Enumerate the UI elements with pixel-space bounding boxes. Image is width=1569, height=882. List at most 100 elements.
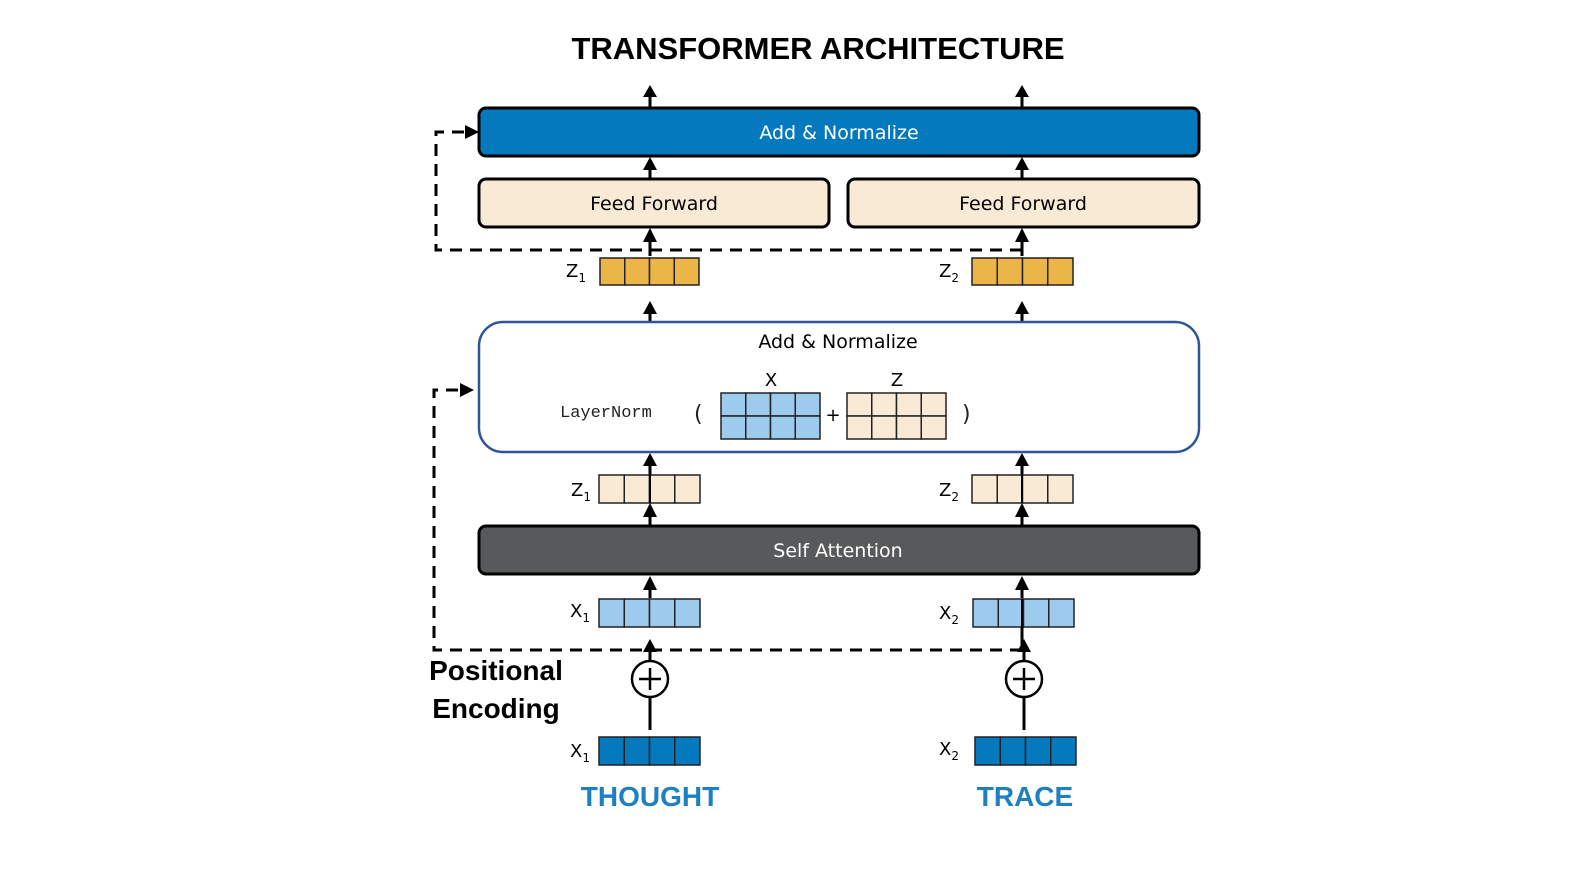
vector-cell (769, 415, 796, 440)
vector-cell (598, 474, 625, 504)
close-paren: ) (962, 402, 971, 427)
vector-cell (624, 257, 651, 286)
arrow-up-icon (1015, 228, 1029, 242)
add-normalize-top-block: Add & Normalize (477, 106, 1201, 158)
arrow-up-icon (1015, 453, 1029, 466)
feed-forward-right-block: Feed Forward (846, 177, 1201, 229)
positional-add-right (1004, 627, 1044, 730)
feed-forward-left-label: Feed Forward (590, 193, 718, 215)
vector-cell (920, 392, 947, 417)
output-arrows (643, 85, 1029, 107)
vector-cell (846, 392, 873, 417)
vector-cell (598, 598, 625, 628)
vector-cell (1022, 598, 1050, 628)
vector-cell (794, 392, 821, 417)
x1-input-vector (598, 736, 701, 766)
vector-cell (974, 736, 1001, 766)
arrow-up-icon (1017, 639, 1031, 652)
z2-attention-label: Z2 (939, 480, 959, 504)
x2-embedded-vector (972, 598, 1075, 628)
residual-arrowhead-icon (460, 383, 474, 397)
vector-cell (895, 415, 922, 440)
add-normalize-mid-label: Add & Normalize (758, 331, 917, 353)
vector-cell (674, 736, 701, 766)
matrix-x-label: X (765, 370, 777, 391)
token-trace: TRACE (977, 781, 1073, 812)
arrow-up-icon (643, 576, 657, 590)
x2-input-label: X2 (939, 739, 959, 763)
matrix-x (720, 392, 821, 440)
vector-cell (871, 392, 898, 417)
matrix-z-label: Z (891, 370, 903, 391)
x1-embedded-vector (598, 598, 701, 628)
arrow-up-icon (1015, 576, 1029, 590)
add-normalize-top-label: Add & Normalize (759, 122, 918, 144)
vector-cell (972, 598, 999, 628)
arrow-up-icon (643, 301, 657, 314)
feed-forward-right-label: Feed Forward (959, 193, 1087, 215)
vector-cell (895, 392, 922, 417)
arrow-up-icon (1015, 157, 1029, 170)
vector-cell (648, 257, 675, 286)
x2-input-vector (974, 736, 1077, 766)
vector-cell (598, 736, 625, 766)
vector-cell (1047, 474, 1074, 504)
layernorm-function-label: LayerNorm (560, 404, 652, 423)
vector-cell (623, 736, 651, 766)
z1-output-label: Z1 (566, 261, 586, 285)
arrow-up-icon (643, 228, 657, 242)
vector-cell (1048, 598, 1075, 628)
arrow-up-icon (643, 639, 657, 652)
vector-cell (623, 598, 651, 628)
vector-cell (1021, 257, 1049, 286)
vector-cell (623, 474, 651, 504)
z2-output-vector (971, 257, 1074, 286)
arrow-up-icon (643, 85, 657, 97)
matrix-z (846, 392, 947, 440)
arrow-up-icon (1015, 85, 1029, 97)
vector-cell (794, 415, 821, 440)
vector-cell (971, 474, 998, 504)
arrow-up-icon (1015, 301, 1029, 314)
vector-cell (996, 257, 1024, 286)
vector-cell (648, 598, 676, 628)
x1-input-label: X1 (570, 741, 590, 765)
vector-cell (846, 415, 873, 440)
residual-arrowhead-icon (465, 125, 479, 139)
plus-sign: + (825, 405, 840, 426)
z2-output-label: Z2 (939, 261, 959, 285)
vector-cell (1021, 474, 1049, 504)
diagram-title: TRANSFORMER ARCHITECTURE (571, 31, 1064, 66)
vector-cell (648, 736, 676, 766)
vector-cell (996, 474, 1024, 504)
vector-cell (920, 415, 947, 440)
arrow-up-icon (643, 453, 657, 466)
vector-cell (745, 392, 772, 417)
vector-cell (673, 257, 700, 286)
vector-cell (1047, 257, 1074, 286)
x1-embedded-label: X1 (570, 601, 590, 625)
self-attention-block: Self Attention (477, 524, 1201, 576)
feed-forward-left-block: Feed Forward (477, 177, 831, 229)
arrow-up-icon (1015, 503, 1029, 517)
vector-cell (871, 415, 898, 440)
vector-cell (648, 474, 676, 504)
x2-embedded-label: X2 (939, 603, 959, 627)
positional-encoding-label-line1: Positional (429, 655, 563, 686)
vector-cell (1024, 736, 1052, 766)
vector-cell (720, 392, 747, 417)
vector-cell (674, 474, 701, 504)
positional-add-left (630, 639, 670, 730)
open-paren: ( (694, 402, 703, 427)
add-normalize-mid-block: Add & Normalize LayerNorm ( ) X Z + (477, 320, 1201, 454)
vector-cell (999, 736, 1027, 766)
vector-cell (720, 415, 747, 440)
arrow-up-icon (643, 157, 657, 170)
vector-cell (599, 257, 626, 286)
vector-cell (769, 392, 796, 417)
transformer-diagram: TRANSFORMER ARCHITECTURE Add & Normalize… (429, 31, 1201, 812)
arrow-up-icon (643, 503, 657, 517)
token-thought: THOUGHT (581, 781, 719, 812)
z1-attention-label: Z1 (571, 480, 591, 504)
vector-cell (674, 598, 701, 628)
